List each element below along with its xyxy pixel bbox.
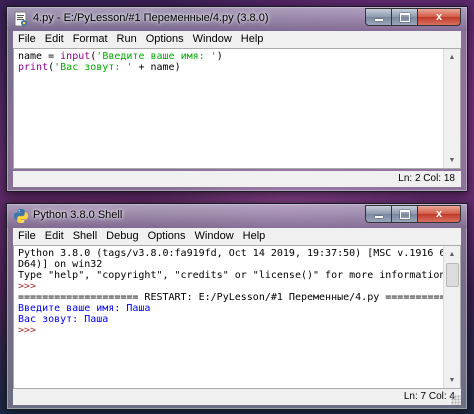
shell-vertical-scrollbar[interactable]: ▲ ▼ — [443, 246, 460, 388]
scroll-up-arrow-icon[interactable]: ▲ — [444, 246, 460, 262]
code-token: ) — [216, 51, 223, 62]
code-line: print('Вас зовут: ' + name) — [18, 62, 440, 73]
shell-close-button[interactable]: x — [417, 205, 461, 223]
code-token: 'Введите ваше имя: ' — [96, 51, 217, 62]
editor-vertical-scrollbar[interactable]: ▲ ▼ — [443, 49, 460, 168]
editor-window-controls: x — [365, 8, 461, 26]
shell-line: >>> — [18, 281, 440, 292]
code-token: + name) — [132, 62, 181, 73]
shell-window[interactable]: Python 3.8.0 Shell x File Edit Shell Debug O… — [6, 203, 468, 410]
shell-scroll-thumb[interactable] — [446, 263, 459, 287]
shell-menu-shell[interactable]: Shell — [68, 228, 101, 245]
shell-line: ==================== RESTART: E:/PyLesso… — [18, 292, 460, 303]
editor-menu-window[interactable]: Window — [188, 31, 236, 48]
editor-cursor-position: Ln: 2 Col: 18 — [398, 173, 455, 184]
shell-cursor-position: Ln: 7 Col: 4 — [403, 391, 455, 402]
python-logo-icon — [14, 209, 28, 223]
shell-line: Введите ваше имя: Паша — [18, 303, 440, 314]
shell-window-title: Python 3.8.0 Shell — [33, 209, 123, 221]
minimize-icon — [374, 216, 383, 218]
code-line: name = input('Введите ваше имя: ') — [18, 51, 440, 62]
shell-window-controls: x — [365, 205, 461, 223]
resize-grip-icon[interactable] — [451, 395, 461, 405]
shell-line: >>> — [18, 325, 440, 336]
shell-minimize-button[interactable] — [365, 205, 391, 223]
editor-close-button[interactable]: x — [417, 8, 461, 26]
shell-title-bar[interactable]: Python 3.8.0 Shell x — [7, 204, 467, 228]
shell-menu-edit[interactable]: Edit — [40, 228, 68, 245]
code-token: D64)] on win32 — [18, 259, 103, 270]
shell-line: D64)] on win32 — [18, 259, 440, 270]
editor-menu-format[interactable]: Format — [68, 31, 112, 48]
code-token: name = — [18, 51, 61, 62]
editor-menu-file[interactable]: File — [13, 31, 40, 48]
editor-menu-help[interactable]: Help — [236, 31, 268, 48]
code-token: print — [18, 62, 49, 73]
maximize-icon — [399, 209, 410, 219]
editor-menu-edit[interactable]: Edit — [40, 31, 68, 48]
editor-status-bar: Ln: 2 Col: 18 — [13, 171, 461, 187]
maximize-icon — [399, 12, 410, 22]
minimize-icon — [374, 19, 383, 21]
editor-text-area[interactable]: name = input('Введите ваше имя: ') print(… — [13, 48, 461, 169]
editor-menu-options[interactable]: Options — [141, 31, 188, 48]
shell-status-bar: Ln: 7 Col: 4 — [13, 389, 461, 405]
scroll-down-arrow-icon[interactable]: ▼ — [444, 152, 460, 168]
code-token: Type "help", "copyright", "credits" or "… — [18, 270, 452, 281]
scroll-down-arrow-icon[interactable]: ▼ — [444, 372, 460, 388]
shell-maximize-button[interactable] — [391, 205, 417, 223]
editor-menu-bar: File Edit Format Run Options Window Help — [13, 31, 461, 48]
editor-minimize-button[interactable] — [365, 8, 391, 26]
shell-menu-file[interactable]: File — [13, 228, 40, 245]
shell-line: Type "help", "copyright", "credits" or "… — [18, 270, 451, 281]
scroll-up-arrow-icon[interactable]: ▲ — [444, 49, 460, 65]
code-token: ==================== RESTART: E:/PyLesso… — [18, 292, 461, 303]
code-token: Вас зовут: Паша — [18, 314, 109, 325]
editor-title-bar[interactable]: 4.py - E:/PyLesson/#1 Переменные/4.py (3… — [7, 7, 467, 31]
code-token: >>> — [18, 325, 43, 336]
code-token: Введите ваше имя: Паша — [18, 303, 151, 314]
shell-text-area[interactable]: Python 3.8.0 (tags/v3.8.0:fa919fd, Oct 1… — [13, 245, 461, 389]
editor-window-title: 4.py - E:/PyLesson/#1 Переменные/4.py (3… — [33, 12, 269, 24]
close-icon: x — [435, 208, 443, 220]
shell-line: Python 3.8.0 (tags/v3.8.0:fa919fd, Oct 1… — [18, 248, 460, 259]
close-icon: x — [435, 11, 443, 23]
shell-output[interactable]: Python 3.8.0 (tags/v3.8.0:fa919fd, Oct 1… — [18, 248, 460, 336]
editor-window[interactable]: 4.py - E:/PyLesson/#1 Переменные/4.py (3… — [6, 6, 468, 192]
shell-menu-bar: File Edit Shell Debug Options Window Help — [13, 228, 461, 245]
shell-line: Вас зовут: Паша — [18, 314, 440, 325]
code-token: input — [60, 51, 91, 62]
code-token: 'Вас зовут: ' — [54, 62, 133, 73]
editor-code[interactable]: name = input('Введите ваше имя: ') print(… — [18, 51, 440, 73]
editor-maximize-button[interactable] — [391, 8, 417, 26]
shell-menu-window[interactable]: Window — [190, 228, 238, 245]
editor-menu-run[interactable]: Run — [112, 31, 141, 48]
python-file-icon — [14, 11, 27, 27]
code-token: Python 3.8.0 (tags/v3.8.0:fa919fd, Oct 1… — [18, 248, 461, 259]
code-token: >>> — [18, 281, 43, 292]
shell-menu-help[interactable]: Help — [238, 228, 270, 245]
shell-menu-options[interactable]: Options — [143, 228, 190, 245]
shell-menu-debug[interactable]: Debug — [101, 228, 142, 245]
